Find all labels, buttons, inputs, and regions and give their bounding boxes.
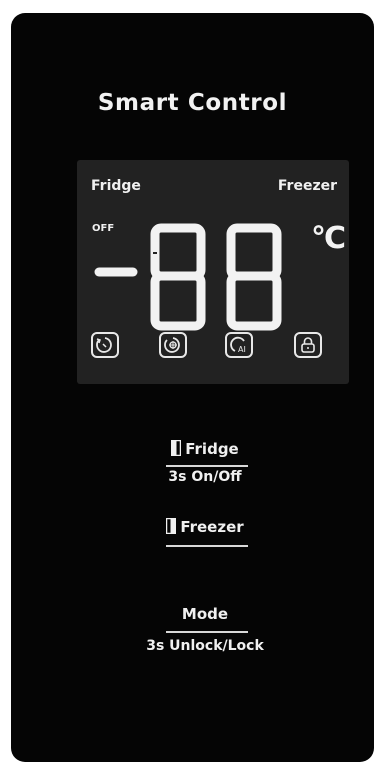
fridge-button[interactable]: Fridge [131,440,279,458]
control-panel: Smart Control Fridge Freezer OFF °C AI F… [11,13,374,762]
mode-button[interactable]: Mode [131,605,279,623]
ai-icon: AI [225,332,253,358]
fridge-divider [166,465,248,467]
mode-divider [166,631,248,633]
freezer-button-label: Freezer [180,518,244,536]
temperature-unit: °C [311,221,346,256]
fridge-hold-hint: 3s On/Off [168,469,242,485]
fridge-door-icon [171,440,182,456]
freezer-divider [166,545,248,547]
freezer-door-icon [166,518,177,534]
timer-icon [91,332,119,358]
fan-icon [159,332,187,358]
lock-icon [294,332,322,358]
mode-button-label: Mode [181,605,229,623]
status-icon-row: AI [77,332,349,364]
led-display: Fridge Freezer OFF °C AI [77,160,349,384]
mode-hold-hint: 3s Unlock/Lock [146,638,264,654]
panel-title: Smart Control [97,90,288,116]
freezer-button[interactable]: Freezer [131,518,279,536]
fridge-button-label: Fridge [185,440,239,458]
svg-text:AI: AI [238,345,246,354]
